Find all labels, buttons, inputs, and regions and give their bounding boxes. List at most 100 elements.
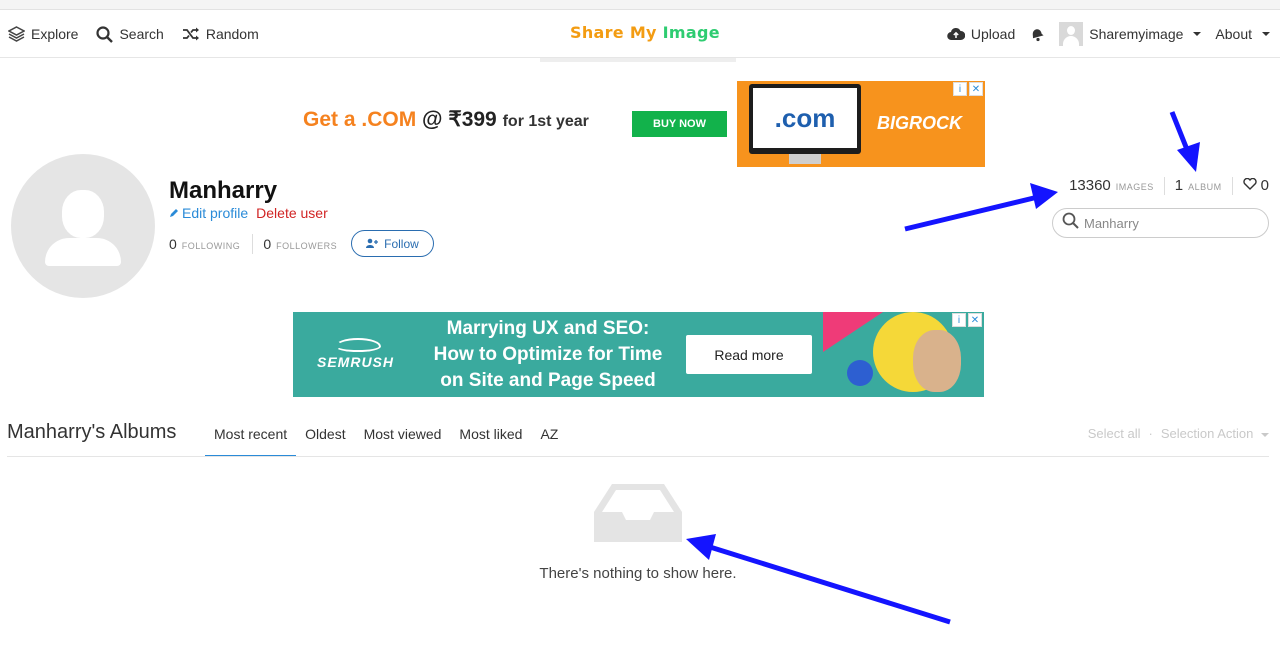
search-icon — [1062, 212, 1079, 234]
arrow-to-images-count — [904, 183, 1058, 232]
tab-most-viewed[interactable]: Most viewed — [355, 416, 451, 457]
inbox-icon — [594, 482, 682, 547]
heart-icon — [1242, 177, 1257, 194]
ad-top-text-price: @ ₹399 — [422, 108, 497, 131]
site-logo[interactable]: Share My Image — [570, 23, 720, 42]
ad-bottom-headline: Marrying UX and SEO: How to Optimize for… — [423, 316, 673, 394]
notifications-button[interactable] — [1029, 26, 1045, 42]
ad-monitor-stand — [789, 154, 821, 164]
separator-dot: · — [1148, 426, 1153, 441]
ad-read-more-button[interactable]: Read more — [686, 335, 812, 374]
logo-text-part1: Share My — [570, 23, 657, 42]
select-all-button[interactable]: Select all — [1088, 426, 1141, 441]
top-navigation-bar: Explore Search Random Share My Image Upl… — [0, 10, 1280, 58]
tab-oldest[interactable]: Oldest — [296, 416, 354, 457]
user-avatar — [1059, 22, 1084, 46]
albums-count: 1 — [1174, 177, 1184, 194]
nav-upload-label: Upload — [970, 26, 1016, 42]
pencil-icon — [169, 205, 179, 221]
divider — [252, 233, 254, 254]
followers-stat[interactable]: 0 FOLLOWERS — [263, 236, 349, 252]
nav-random-label: Random — [205, 26, 259, 42]
images-stat[interactable]: 13360 IMAGES — [1069, 177, 1164, 194]
follow-button[interactable]: Follow — [351, 230, 434, 257]
selection-action-label: Selection Action — [1160, 426, 1254, 441]
close-icon[interactable]: ✕ — [969, 82, 983, 96]
search-icon — [96, 25, 114, 43]
selection-action-dropdown[interactable]: Selection Action — [1161, 426, 1269, 441]
ad-choices[interactable]: i ✕ — [953, 82, 983, 96]
about-menu[interactable]: About — [1215, 26, 1270, 42]
ad-top-brand: BIGROCK — [877, 113, 962, 133]
page: Explore Search Random Share My Image Upl… — [0, 0, 1280, 650]
nav-dropdown-edge — [540, 58, 736, 62]
empty-state-message: There's nothing to show here. — [539, 565, 737, 582]
profile-avatar — [11, 154, 155, 298]
edit-profile-link[interactable]: Edit profile — [169, 205, 248, 221]
edit-profile-label: Edit profile — [182, 205, 249, 221]
selection-actions: Select all · Selection Action — [1088, 426, 1269, 441]
albums-stat[interactable]: 1 ALBUM — [1175, 177, 1232, 194]
nav-explore[interactable]: Explore — [8, 26, 78, 42]
ad-choices[interactable]: i ✕ — [952, 313, 982, 327]
close-icon[interactable]: ✕ — [968, 313, 982, 327]
ad-top-text-year: for 1st year — [502, 113, 589, 130]
avatar-placeholder-head — [62, 190, 104, 238]
user-menu[interactable]: Sharemyimage — [1059, 22, 1202, 46]
following-label: FOLLOWING — [181, 240, 241, 251]
info-icon[interactable]: i — [952, 313, 966, 327]
follow-stats: 0 FOLLOWING 0 FOLLOWERS Follow — [169, 230, 434, 257]
nav-random[interactable]: Random — [182, 26, 259, 42]
images-label: IMAGES — [1115, 182, 1154, 192]
tab-most-recent[interactable]: Most recent — [205, 416, 297, 457]
albums-heading: Manharry's Albums — [7, 421, 177, 443]
nav-search-label: Search — [119, 26, 164, 42]
info-icon[interactable]: i — [953, 82, 967, 96]
profile-search-input[interactable] — [1084, 215, 1254, 231]
layers-icon — [8, 26, 25, 42]
following-stat[interactable]: 0 FOLLOWING — [169, 236, 252, 252]
ad-buy-now-button[interactable]: BUY NOW — [632, 111, 727, 137]
tab-az[interactable]: AZ — [531, 416, 567, 457]
ad-headline-line2: How to Optimize for Time — [433, 344, 663, 365]
albums-label: ALBUM — [1188, 182, 1222, 192]
ad-bottom-brand: SEMRUSH — [317, 354, 395, 370]
nav-left-group: Explore Search Random — [8, 10, 259, 58]
nav-upload[interactable]: Upload — [947, 26, 1015, 42]
advertisement-banner-middle[interactable]: SEMRUSH Marrying UX and SEO: How to Opti… — [293, 312, 984, 397]
ad-top-text: Get a .COM @ ₹399 for 1st year — [303, 107, 589, 132]
arrow-to-album-count — [1169, 111, 1200, 172]
profile-name: Manharry — [169, 177, 278, 204]
cloud-upload-icon — [947, 27, 965, 41]
nav-search[interactable]: Search — [96, 25, 164, 43]
delete-user-link[interactable]: Delete user — [256, 205, 328, 221]
shuffle-icon — [182, 27, 200, 41]
ad-art-portrait — [913, 330, 961, 392]
profile-links: Edit profile Delete user — [169, 205, 328, 221]
profile-search-box[interactable] — [1052, 208, 1269, 238]
likes-count: 0 — [1260, 177, 1269, 194]
content-stats: 13360 IMAGES 1 ALBUM 0 — [1069, 177, 1269, 195]
ad-monitor-graphic: .com — [749, 84, 861, 154]
ad-art-flask — [847, 360, 873, 386]
advertisement-banner-top[interactable]: Get a .COM @ ₹399 for 1st year BUY NOW .… — [292, 81, 985, 167]
tabs-divider — [7, 456, 1269, 457]
followers-label: FOLLOWERS — [276, 240, 338, 251]
chevron-down-icon — [1261, 432, 1269, 437]
chevron-down-icon — [1262, 32, 1270, 36]
chevron-down-icon — [1193, 32, 1202, 36]
logo-text-part2: Image — [662, 23, 720, 42]
bell-icon — [1029, 26, 1045, 42]
browser-bookmark-bar — [0, 0, 1280, 10]
likes-stat[interactable]: 0 — [1242, 177, 1269, 194]
divider — [1231, 177, 1233, 195]
images-count: 13360 — [1069, 177, 1111, 194]
ad-headline-line3: on Site and Page Speed — [440, 370, 656, 391]
albums-sort-tabs: Most recent Oldest Most viewed Most like… — [205, 416, 567, 457]
about-label: About — [1215, 26, 1252, 42]
ad-top-text-main: Get a .COM — [303, 108, 417, 131]
semrush-logo-icon — [335, 338, 381, 352]
nav-explore-label: Explore — [31, 26, 79, 42]
ad-headline-line1: Marrying UX and SEO: — [446, 318, 650, 339]
tab-most-liked[interactable]: Most liked — [450, 416, 531, 457]
